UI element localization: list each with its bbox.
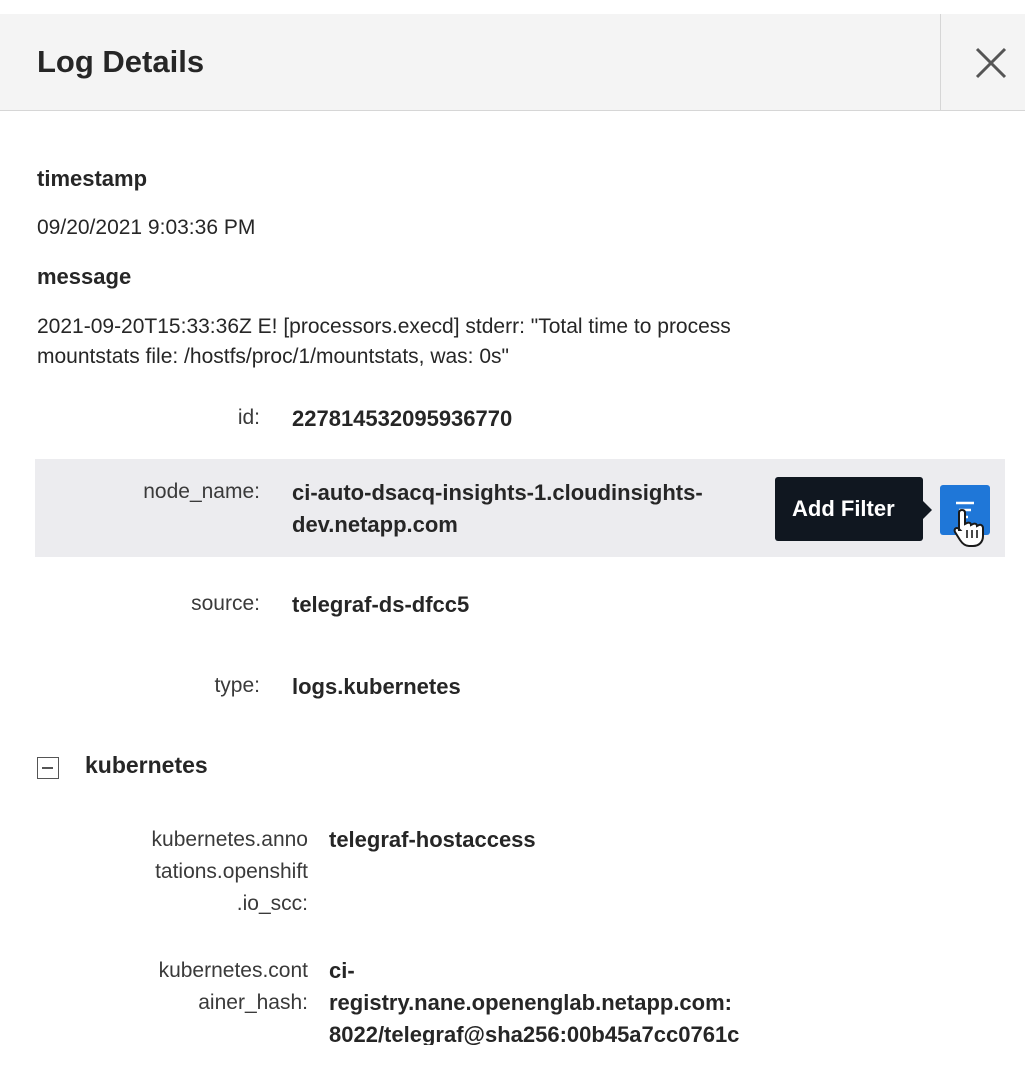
panel-header: Log Details [0,14,1025,111]
attribute-value: telegraf-ds-dfcc5 [292,592,470,617]
close-icon [975,47,1007,79]
attribute-row-id: id: 227814532095936770 [35,398,1005,442]
log-details-panel: Log Details timestamp 09/20/2021 9:03:36… [0,0,1025,1092]
kubernetes-row: kubernetes.anno tations.openshift .io_sc… [0,824,1025,924]
attribute-key: id: [237,406,260,429]
message-line: mountstats file: /hostfs/proc/1/mountsta… [37,345,509,368]
kubernetes-key-line: kubernetes.anno [151,828,308,851]
attribute-key: node_name: [143,480,260,503]
kubernetes-key-line: tations.openshift [155,860,308,883]
kubernetes-row: kubernetes.cont ainer_hash: ci- registry… [0,955,1025,1045]
message-line: 2021-09-20T15:33:36Z E! [processors.exec… [37,315,731,338]
hand-pointer-icon [953,508,984,547]
attribute-key: source: [191,592,260,615]
kubernetes-value-line: ci- [329,958,355,983]
kubernetes-value: telegraf-hostaccess [329,827,536,852]
kubernetes-group-label: kubernetes [85,752,208,778]
kubernetes-value-line: 8022/telegraf@sha256:00b45a7cc0761c [329,1022,740,1045]
timestamp-value: 09/20/2021 9:03:36 PM [37,216,256,239]
attribute-key: type: [214,674,260,697]
kubernetes-value-line: registry.nane.openenglab.netapp.com: [329,990,732,1015]
attribute-value-line: dev.netapp.com [292,512,458,537]
attribute-value: ci-auto-dsacq-insights-1.cloudinsights- … [292,477,792,541]
timestamp-label: timestamp [37,166,148,191]
add-filter-tooltip: Add Filter [775,477,932,541]
kubernetes-value: ci- registry.nane.openenglab.netapp.com:… [329,955,849,1045]
attribute-value-line: ci-auto-dsacq-insights-1.cloudinsights- [292,480,703,505]
message-value: 2021-09-20T15:33:36Z E! [processors.exec… [37,312,937,372]
tooltip-arrow [923,501,932,519]
close-button[interactable] [958,34,1024,90]
attribute-row-type: type: logs.kubernetes [35,666,1005,710]
kubernetes-key: kubernetes.cont ainer_hash: [88,955,308,1019]
attribute-value: 227814532095936770 [292,406,513,431]
kubernetes-key-line: ainer_hash: [198,991,308,1014]
message-label: message [37,264,132,289]
kubernetes-key-line: .io_scc: [236,892,308,915]
panel-title: Log Details [37,44,205,79]
attribute-value: logs.kubernetes [292,674,461,699]
kubernetes-key-line: kubernetes.cont [158,959,308,982]
header-divider [940,14,941,110]
tooltip-text: Add Filter [792,496,895,521]
collapse-toggle-icon[interactable] [37,757,59,779]
attribute-row-source: source: telegraf-ds-dfcc5 [35,584,1005,628]
kubernetes-key: kubernetes.anno tations.openshift .io_sc… [88,824,308,920]
